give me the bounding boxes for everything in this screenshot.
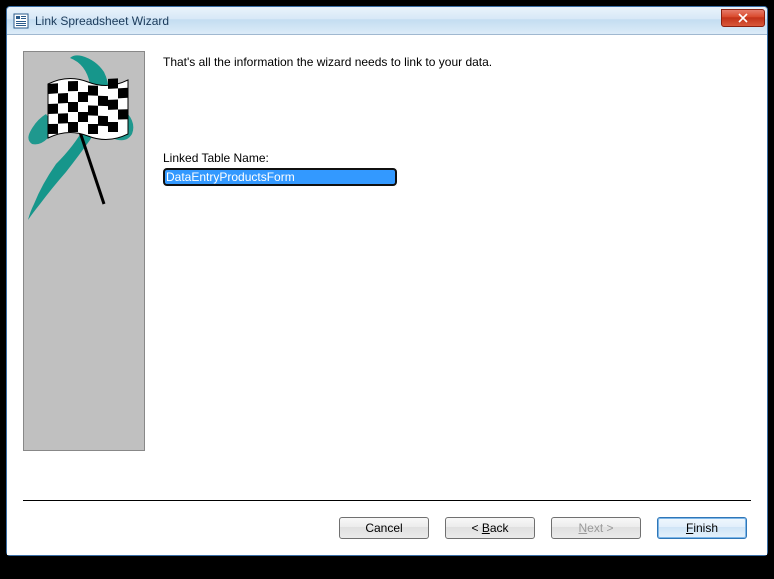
cancel-label: Cancel bbox=[365, 521, 402, 535]
linked-table-name-label: Linked Table Name: bbox=[163, 151, 751, 165]
button-row: Cancel < Back Next > Finish bbox=[7, 501, 767, 555]
finish-button[interactable]: Finish bbox=[657, 517, 747, 539]
close-button[interactable] bbox=[721, 9, 765, 27]
cancel-button[interactable]: Cancel bbox=[339, 517, 429, 539]
back-label: < Back bbox=[471, 521, 508, 535]
close-icon bbox=[738, 13, 748, 23]
wizard-window: Link Spreadsheet Wizard bbox=[6, 6, 768, 556]
back-button[interactable]: < Back bbox=[445, 517, 535, 539]
window-title: Link Spreadsheet Wizard bbox=[35, 14, 169, 28]
finish-label: Finish bbox=[686, 521, 718, 535]
checkered-flag-icon bbox=[26, 54, 142, 230]
linked-table-name-input[interactable] bbox=[163, 168, 397, 186]
content-area: That's all the information the wizard ne… bbox=[7, 35, 767, 555]
main-area: That's all the information the wizard ne… bbox=[7, 35, 767, 500]
wizard-image-panel bbox=[23, 51, 145, 451]
next-button: Next > bbox=[551, 517, 641, 539]
right-panel: That's all the information the wizard ne… bbox=[145, 51, 751, 500]
next-label: Next > bbox=[578, 521, 613, 535]
info-text: That's all the information the wizard ne… bbox=[163, 55, 751, 69]
titlebar: Link Spreadsheet Wizard bbox=[7, 7, 767, 35]
app-icon bbox=[13, 13, 29, 29]
